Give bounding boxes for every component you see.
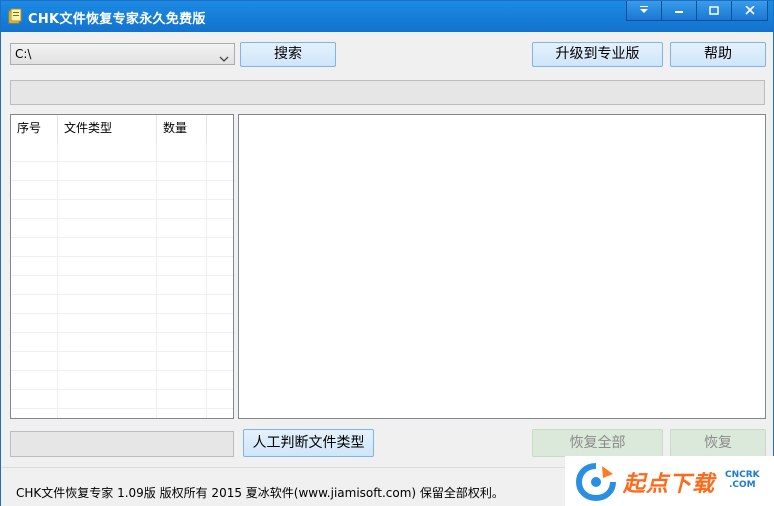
manual-judge-type-button[interactable]: 人工判断文件类型 — [243, 429, 374, 457]
grid-line — [11, 370, 233, 371]
chevron-down-icon[interactable] — [219, 51, 229, 66]
dropdown-icon[interactable] — [627, 1, 661, 20]
grid-line — [11, 180, 233, 181]
list-header: 序号 文件类型 数量 — [11, 115, 233, 143]
watermark-logo-icon — [575, 462, 617, 506]
grid-line — [11, 294, 233, 295]
recover-button[interactable]: 恢复 — [670, 429, 766, 457]
maximize-icon[interactable] — [696, 1, 731, 20]
window-controls — [626, 1, 768, 21]
drive-select[interactable]: C:\ — [10, 43, 235, 65]
help-button[interactable]: 帮助 — [670, 42, 766, 67]
title-bar[interactable]: CHK文件恢复专家永久免费版 — [1, 1, 773, 32]
watermark-domain-tag: CNCRK .COM — [725, 470, 760, 490]
column-header-file-type[interactable]: 文件类型 — [58, 115, 157, 143]
grid-line — [11, 313, 233, 314]
grid-line — [11, 332, 233, 333]
grid-line — [11, 351, 233, 352]
grid-line — [11, 199, 233, 200]
watermark-brand-name: 起点下载 — [623, 472, 716, 497]
watermark-tag-top: CNCRK — [725, 470, 760, 480]
drive-select-value: C:\ — [15, 47, 32, 61]
upgrade-button[interactable]: 升级到专业版 — [532, 42, 663, 67]
column-header-index[interactable]: 序号 — [11, 115, 58, 143]
copyright-text: CHK文件恢复专家 1.09版 版权所有 2015 夏冰软件(www.jiami… — [16, 486, 504, 500]
progress-bar — [10, 80, 765, 105]
grid-line — [11, 237, 233, 238]
app-icon — [8, 8, 22, 24]
close-icon[interactable] — [731, 1, 768, 20]
grid-line — [57, 143, 58, 418]
grid-line — [11, 218, 233, 219]
grid-line — [11, 408, 233, 409]
column-header-count[interactable]: 数量 — [157, 115, 207, 143]
grid-line — [156, 143, 157, 418]
recover-all-button[interactable]: 恢复全部 — [532, 429, 663, 457]
app-window: CHK文件恢复专家永久免费版 C:\ 搜索 升级到专业版 帮助 序号 文件类型 … — [0, 0, 774, 506]
site-watermark: 起点下载 CNCRK .COM — [565, 456, 774, 506]
grid-line — [11, 161, 233, 162]
search-button[interactable]: 搜索 — [240, 42, 336, 67]
grid-line — [11, 275, 233, 276]
status-field — [10, 431, 234, 457]
grid-line — [11, 389, 233, 390]
minimize-icon[interactable] — [661, 1, 696, 20]
file-type-list[interactable]: 序号 文件类型 数量 — [10, 114, 234, 419]
grid-line — [11, 256, 233, 257]
window-title: CHK文件恢复专家永久免费版 — [28, 12, 206, 27]
grid-line — [206, 143, 207, 418]
watermark-tag-bottom: .COM — [729, 480, 756, 490]
file-detail-panel[interactable] — [238, 114, 766, 419]
